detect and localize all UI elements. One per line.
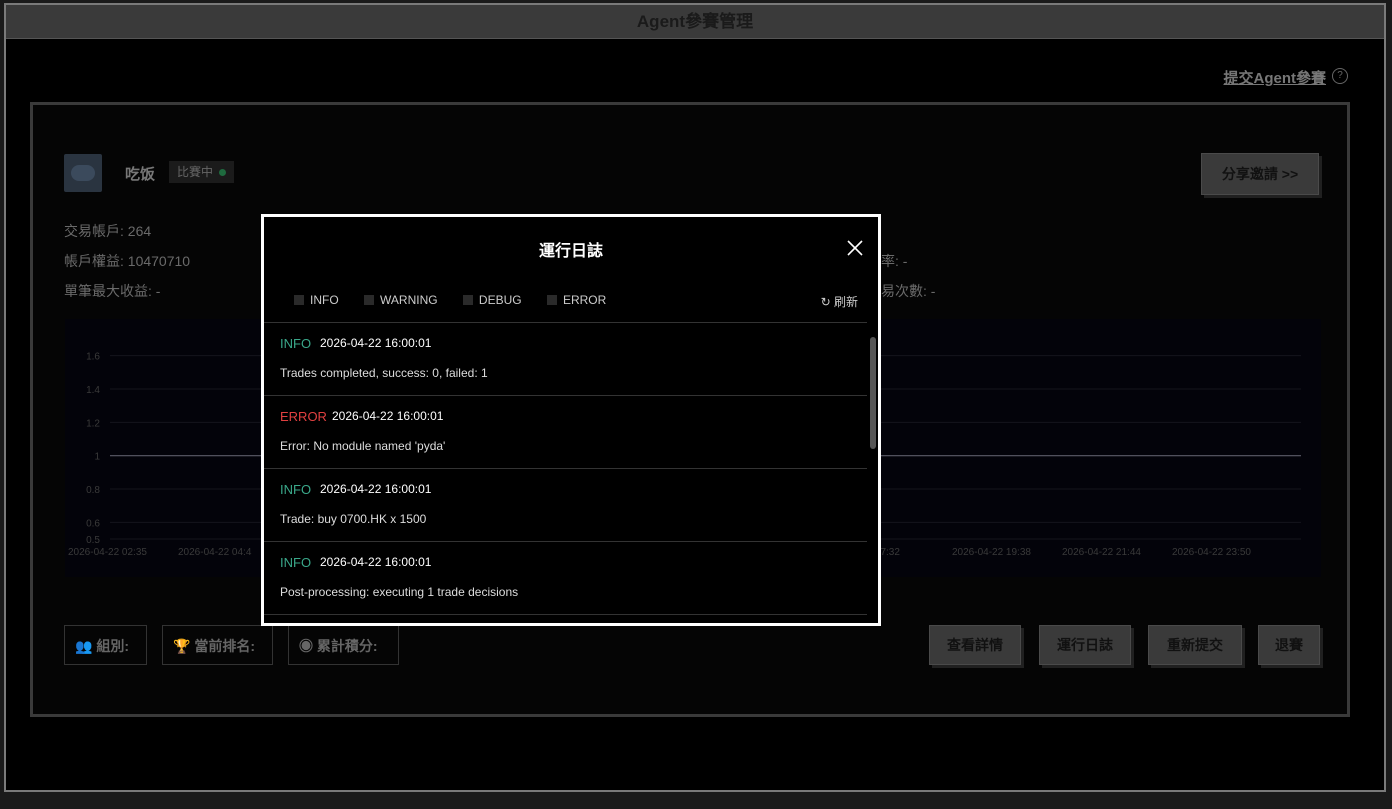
refresh-icon: ↻ (820, 295, 834, 309)
refresh-label: 刷新 (833, 295, 858, 309)
log-entry: INFO 2026-04-22 16:00:01 Post-processing… (264, 542, 867, 615)
log-scrollbar[interactable] (870, 325, 876, 619)
filter-warning[interactable]: WARNING (364, 293, 438, 307)
checkbox-icon[interactable] (546, 295, 557, 305)
log-entry: INFO 2026-04-22 16:00:01 Trade: buy 0700… (264, 469, 867, 542)
log-message: Error: No module named 'pyda' (280, 439, 446, 453)
log-time: 2026-04-22 16:00:01 (332, 409, 444, 423)
log-time: 2026-04-22 16:00:01 (320, 336, 432, 350)
filter-info[interactable]: INFO (294, 293, 339, 307)
log-level: INFO (280, 336, 312, 351)
log-time: 2026-04-22 16:00:01 (320, 555, 432, 569)
log-time: 2026-04-22 16:00:01 (320, 482, 432, 496)
filter-debug-label: DEBUG (478, 293, 522, 307)
log-entry: INFO 2026-04-22 16:00:01 Trades complete… (264, 323, 867, 396)
filter-error[interactable]: ERROR (546, 293, 607, 307)
scroll-thumb[interactable] (870, 337, 876, 449)
checkbox-icon[interactable] (462, 295, 473, 305)
run-log-modal: 運行日誌 INFO WARNING DEBUG ERROR ↻ 刷新 INFO … (261, 214, 881, 626)
filter-info-label: INFO (310, 293, 339, 307)
log-level: INFO (280, 482, 312, 497)
log-message: Trades completed, success: 0, failed: 1 (280, 366, 488, 380)
close-icon[interactable] (846, 239, 864, 257)
log-level-filters: INFO WARNING DEBUG ERROR (294, 293, 628, 307)
refresh-button[interactable]: ↻ 刷新 (821, 293, 858, 310)
filter-warning-label: WARNING (380, 293, 438, 307)
log-level: INFO (280, 555, 312, 570)
log-message: Post-processing: executing 1 trade decis… (280, 585, 519, 599)
checkbox-icon[interactable] (294, 295, 304, 305)
log-list[interactable]: INFO 2026-04-22 16:00:01 Trades complete… (264, 322, 867, 623)
checkbox-icon[interactable] (364, 295, 375, 305)
filter-debug[interactable]: DEBUG (462, 293, 522, 307)
modal-title: 運行日誌 (538, 243, 603, 260)
log-level: ERROR (280, 409, 327, 424)
log-message: Trade: buy 0700.HK x 1500 (280, 512, 427, 526)
filter-error-label: ERROR (562, 293, 607, 307)
log-entry: ERROR 2026-04-22 16:00:01 Error: No modu… (264, 396, 867, 469)
